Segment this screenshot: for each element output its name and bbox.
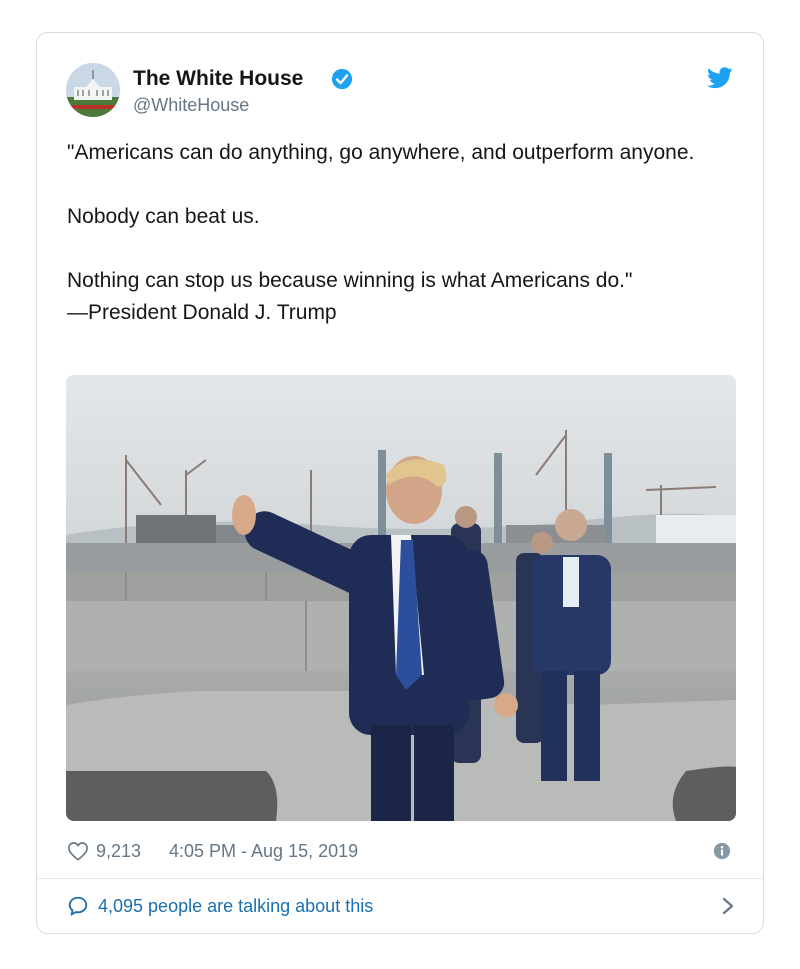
twitter-bird-icon[interactable] — [707, 67, 733, 89]
tweet-photo[interactable] — [66, 375, 736, 821]
speech-bubble-icon — [68, 896, 88, 916]
tweet-card: The White House @WhiteHouse "Americans c… — [36, 32, 764, 934]
author-name[interactable]: The White House — [133, 67, 303, 91]
like-count[interactable]: 9,213 — [96, 841, 141, 862]
chevron-right-icon[interactable] — [721, 897, 735, 915]
tweet-timestamp[interactable]: 4:05 PM - Aug 15, 2019 — [169, 841, 358, 862]
talking-about-link[interactable]: 4,095 people are talking about this — [67, 891, 735, 921]
author-avatar[interactable] — [66, 63, 120, 117]
heart-icon[interactable] — [67, 841, 89, 861]
author-handle[interactable]: @WhiteHouse — [133, 95, 249, 116]
tweet-meta: 9,213 4:05 PM - Aug 15, 2019 — [67, 839, 737, 865]
verified-badge-icon — [331, 68, 353, 90]
info-icon[interactable] — [713, 842, 731, 860]
divider — [37, 878, 763, 879]
tweet-text: "Americans can do anything, go anywhere,… — [67, 141, 695, 324]
tweet-photo-image — [66, 375, 736, 821]
white-house-avatar-icon — [66, 63, 120, 117]
talking-about-text: 4,095 people are talking about this — [98, 896, 374, 916]
